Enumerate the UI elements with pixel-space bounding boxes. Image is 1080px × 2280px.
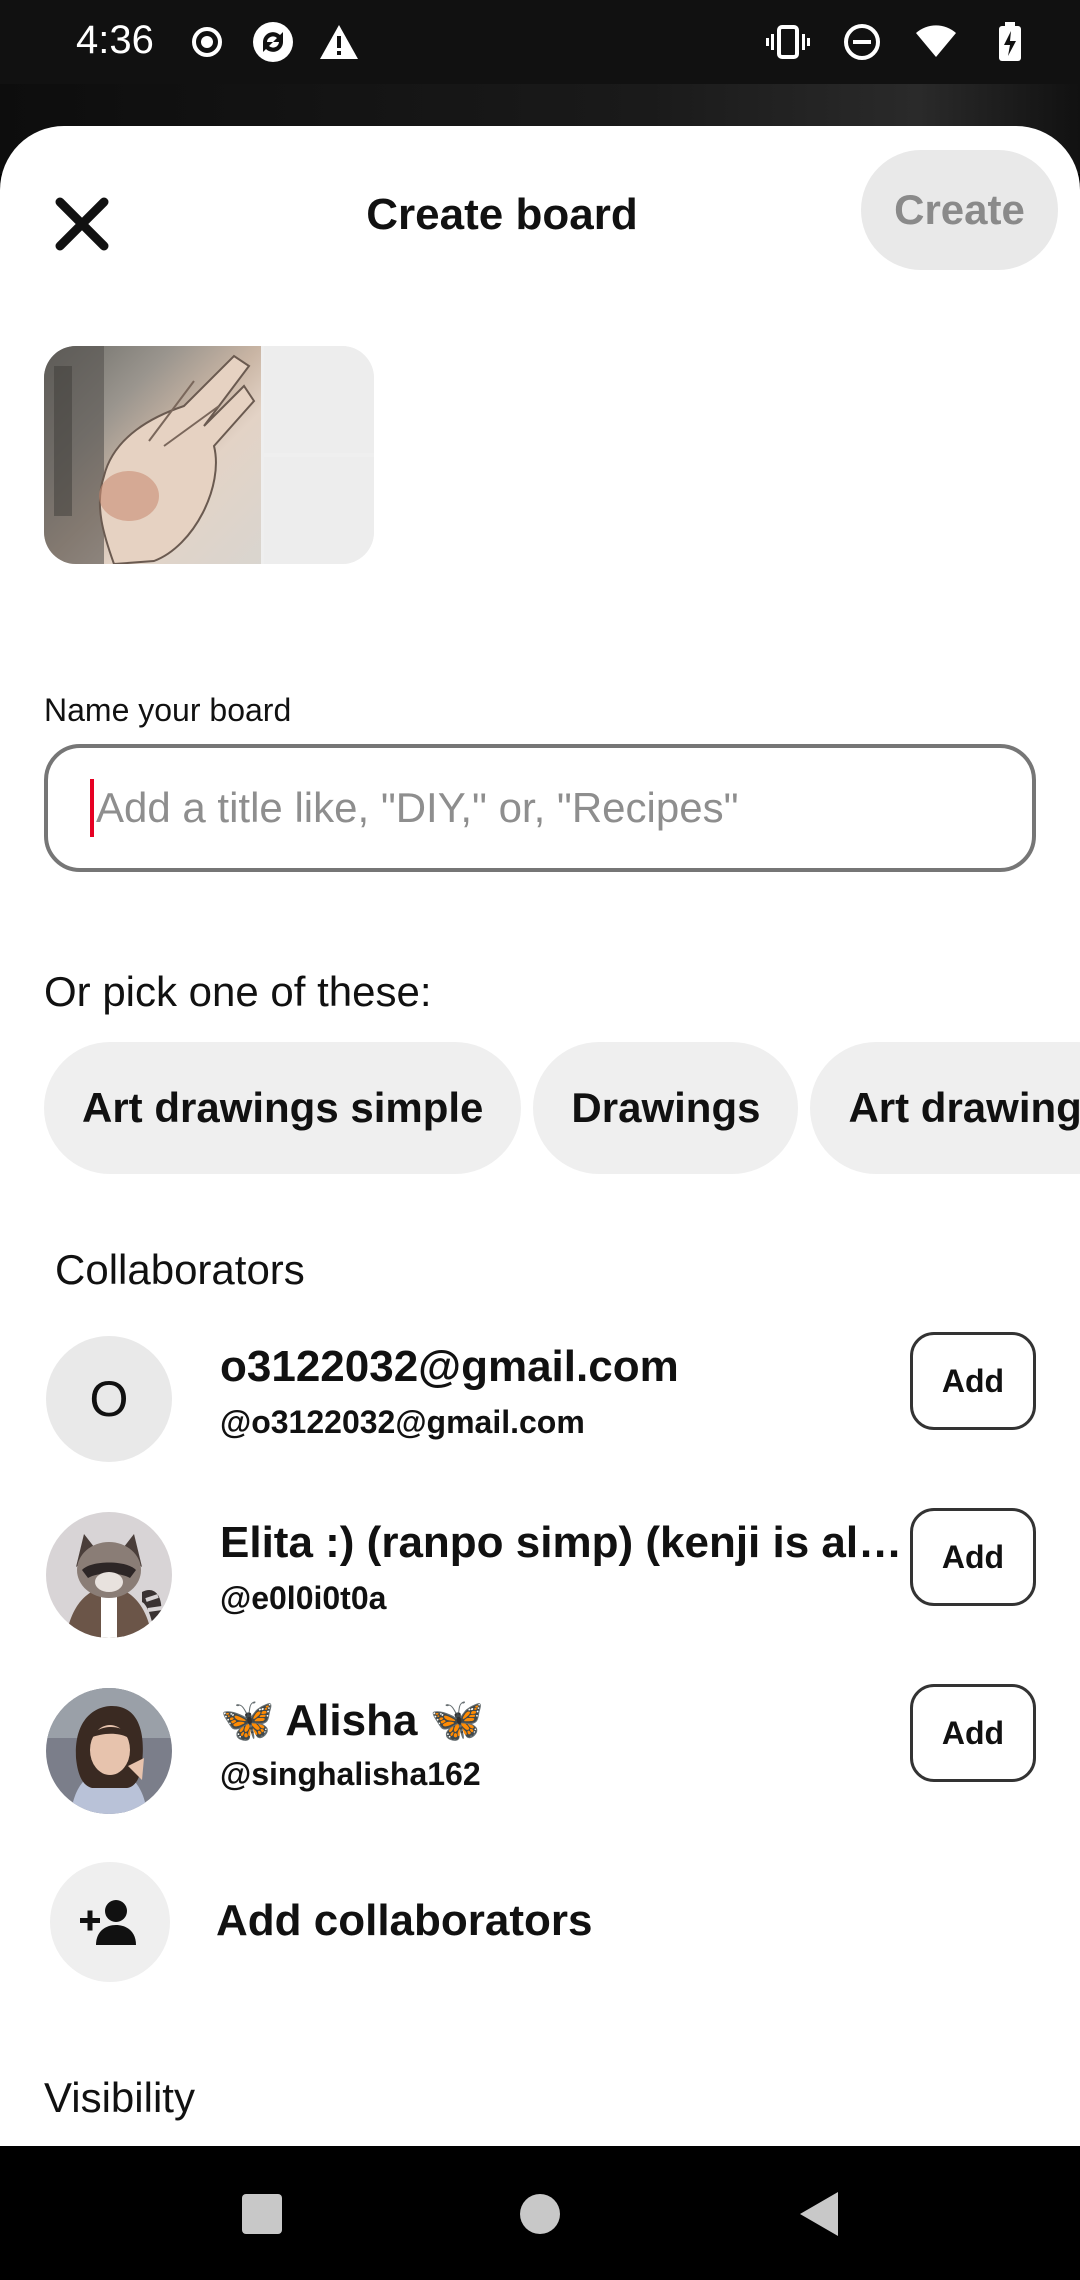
- cover-placeholder-top: [264, 346, 374, 453]
- vibrate-icon: [766, 20, 810, 64]
- collaborator-handle: @e0l0i0t0a: [220, 1580, 387, 1616]
- text-caret: [90, 779, 94, 837]
- page-title: Create board: [366, 190, 638, 239]
- navigation-bar: [0, 2146, 1080, 2280]
- board-name-label: Name your board: [44, 692, 292, 728]
- add-collaborator-button[interactable]: Add: [910, 1508, 1036, 1606]
- square-icon: [242, 2194, 282, 2234]
- do-not-disturb-icon: [840, 20, 884, 64]
- avatar: O: [46, 1336, 172, 1462]
- recents-button[interactable]: [236, 2188, 288, 2240]
- collaborator-handle: @o3122032@gmail.com: [220, 1404, 585, 1440]
- board-name-input[interactable]: Add a title like, "DIY," or, "Recipes": [44, 744, 1036, 872]
- add-collaborators-label[interactable]: Add collaborators: [216, 1896, 593, 1946]
- collaborator-row: O o3122032@gmail.com @o3122032@gmail.com…: [0, 1332, 1080, 1466]
- create-button[interactable]: Create: [861, 150, 1058, 270]
- add-collaborator-button[interactable]: Add: [910, 1684, 1036, 1782]
- avatar: [46, 1512, 172, 1638]
- add-collaborators-button[interactable]: [50, 1862, 170, 1982]
- suggestion-chip[interactable]: Art drawings: [810, 1042, 1080, 1174]
- home-button[interactable]: [514, 2188, 566, 2240]
- back-triangle-icon: [800, 2192, 838, 2236]
- warning-icon: [317, 20, 361, 64]
- circle-icon: [520, 2194, 560, 2234]
- battery-charging-icon: [988, 20, 1032, 64]
- back-button[interactable]: [792, 2188, 844, 2240]
- collaborator-row: Elita :) (ranpo simp) (kenji is alive… @…: [0, 1508, 1080, 1642]
- board-cover-collage[interactable]: [44, 346, 374, 564]
- suggestion-chips: Art drawings simple Drawings Art drawing…: [44, 1042, 1080, 1174]
- add-person-icon: [80, 1900, 136, 1945]
- collaborators-heading: Collaborators: [55, 1246, 305, 1293]
- collaborator-name: o3122032@gmail.com: [220, 1342, 679, 1391]
- status-bar: 4:36: [0, 0, 1080, 84]
- create-board-sheet: Create board Create Name your board Add …: [0, 126, 1080, 2146]
- collaborator-handle: @singhalisha162: [220, 1756, 481, 1792]
- visibility-heading: Visibility: [44, 2074, 195, 2121]
- cover-placeholder-bottom: [264, 457, 374, 564]
- avatar: [46, 1688, 172, 1814]
- suggestion-chip[interactable]: Drawings: [533, 1042, 799, 1174]
- record-icon: [185, 20, 229, 64]
- wifi-icon: [914, 20, 958, 64]
- collaborator-name: Elita :) (ranpo simp) (kenji is alive…: [220, 1518, 910, 1567]
- board-name-placeholder: Add a title like, "DIY," or, "Recipes": [96, 784, 739, 831]
- collaborator-row: 🦋 Alisha 🦋 @singhalisha162 Add: [0, 1684, 1080, 1818]
- collaborator-name: 🦋 Alisha 🦋: [220, 1696, 485, 1745]
- suggestion-chip[interactable]: Art drawings simple: [44, 1042, 522, 1174]
- cover-image: [44, 346, 261, 564]
- suggestions-label: Or pick one of these:: [44, 968, 432, 1015]
- status-time: 4:36: [76, 18, 154, 62]
- add-collaborator-button[interactable]: Add: [910, 1332, 1036, 1430]
- sync-icon: [251, 20, 295, 64]
